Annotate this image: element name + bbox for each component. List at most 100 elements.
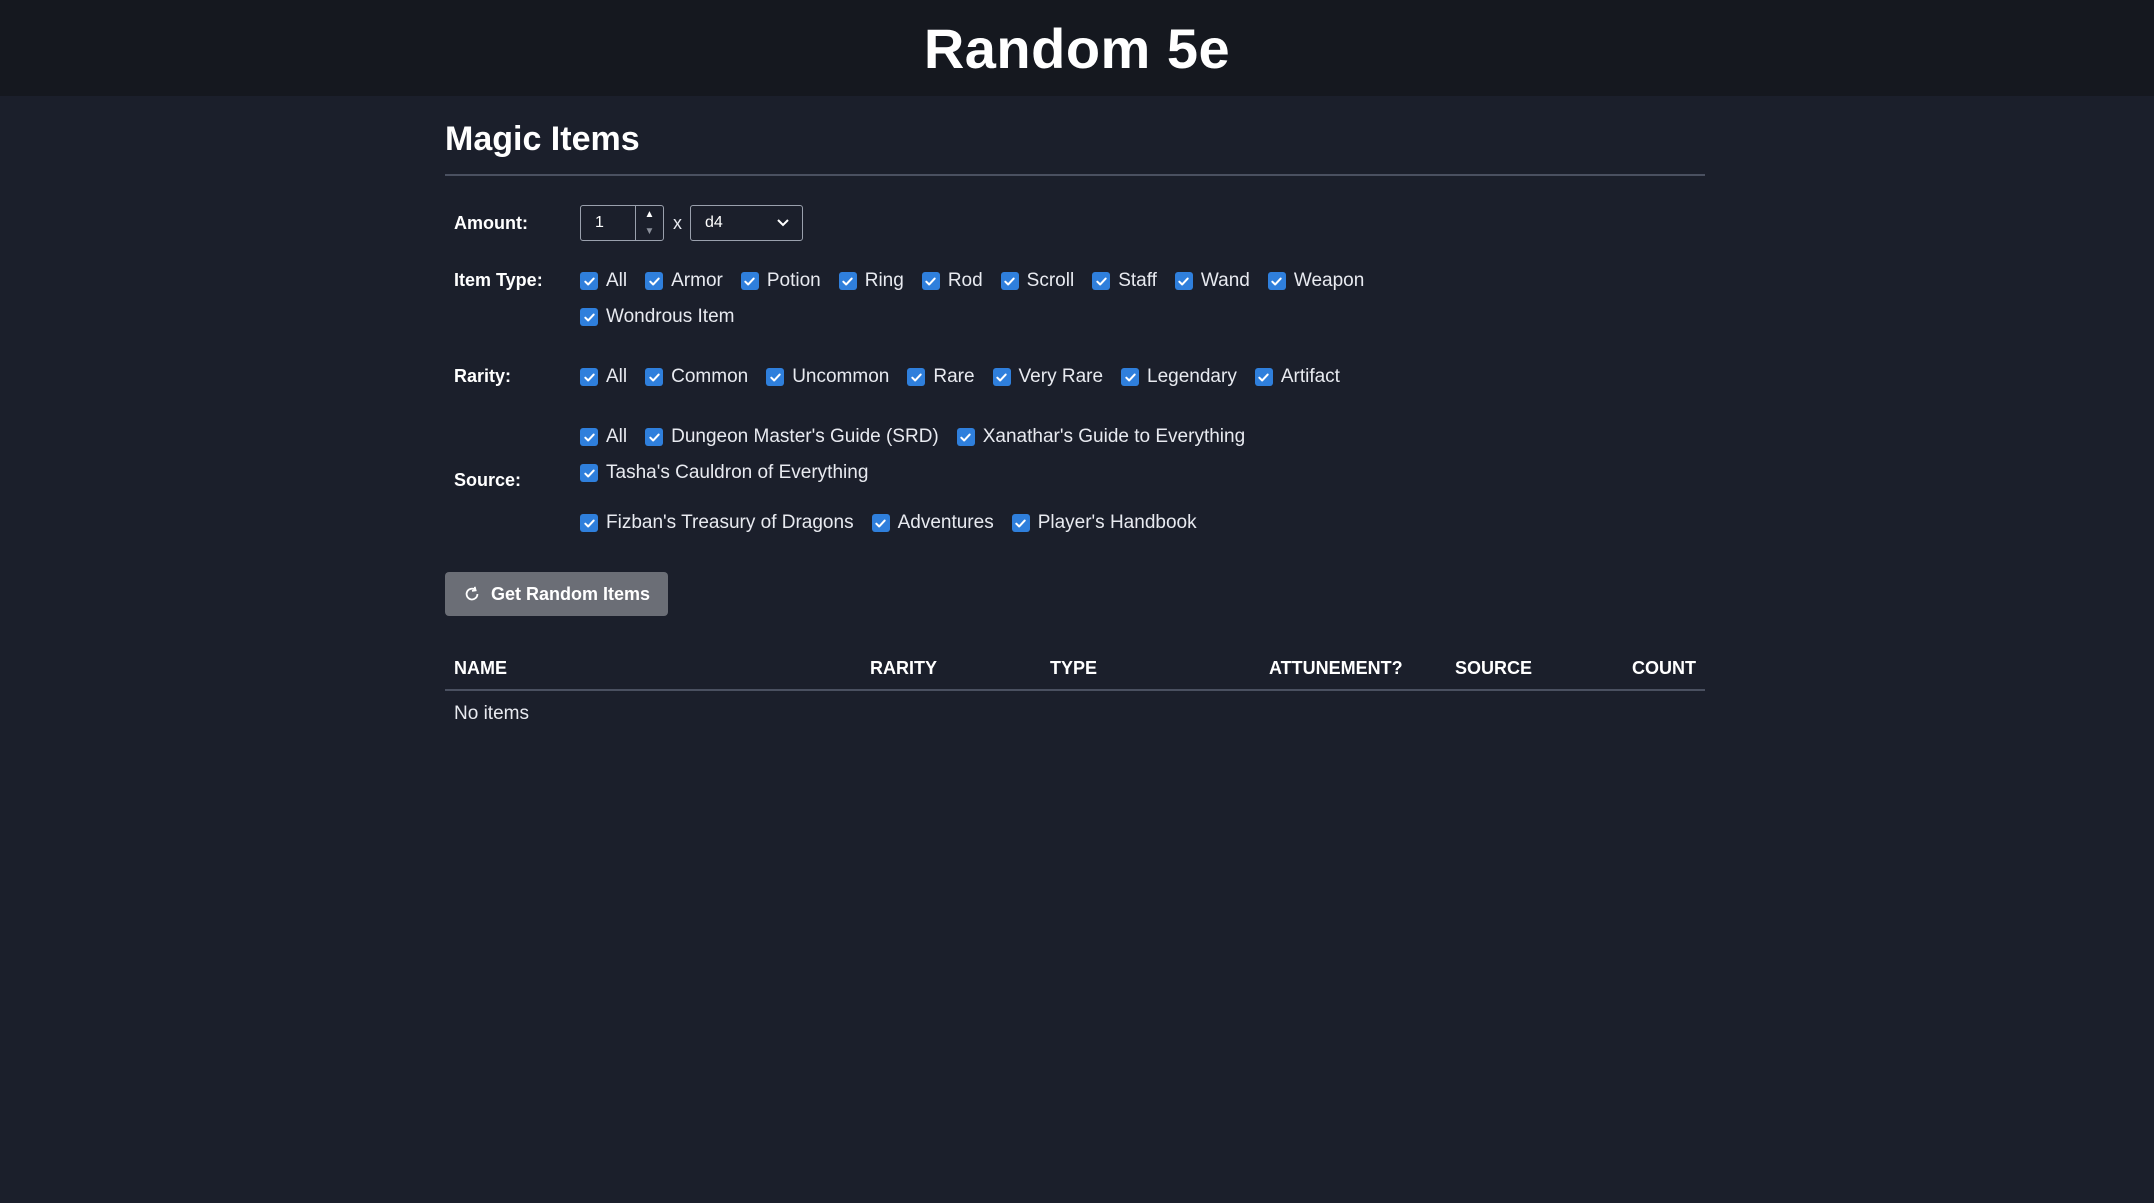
source-row: Source: All Dungeon Master's Guide (SRD) X… — [454, 426, 1705, 534]
checkbox-checked-icon[interactable] — [907, 368, 926, 386]
rarity-option-uncommon[interactable]: Uncommon — [766, 366, 889, 388]
checkbox-checked-icon[interactable] — [580, 428, 598, 446]
item-type-option-staff[interactable]: Staff — [1092, 270, 1157, 292]
item-type-option-all[interactable]: All — [580, 270, 627, 292]
source-option-all[interactable]: All — [580, 426, 627, 448]
checkbox-label: Very Rare — [1018, 366, 1104, 387]
die-select-value: d4 — [705, 214, 723, 231]
checkbox-checked-icon[interactable] — [1121, 368, 1140, 386]
col-name[interactable]: NAME — [445, 652, 861, 691]
checkbox-checked-icon[interactable] — [1000, 272, 1019, 290]
item-type-option-potion[interactable]: Potion — [740, 270, 821, 292]
source-option-player-s-handbook[interactable]: Player's Handbook — [1011, 512, 1197, 534]
title-divider — [445, 174, 1705, 176]
checkbox-label: Player's Handbook — [1037, 512, 1197, 533]
checkbox-label: Wondrous Item — [606, 306, 735, 327]
item-type-option-wondrous-item[interactable]: Wondrous Item — [580, 306, 734, 328]
checkbox-label: Potion — [766, 270, 821, 291]
checkbox-label: Staff — [1118, 270, 1157, 291]
checkbox-checked-icon[interactable] — [645, 272, 664, 290]
items-table: NAME RARITY TYPE ATTUNEMENT? SOURCE COUN… — [445, 652, 1705, 737]
checkbox-checked-icon[interactable] — [580, 308, 598, 326]
checkbox-checked-icon[interactable] — [580, 514, 598, 532]
item-type-option-scroll[interactable]: Scroll — [1000, 270, 1075, 292]
item-type-option-armor[interactable]: Armor — [645, 270, 723, 292]
checkbox-label: All — [606, 270, 628, 291]
rarity-option-legendary[interactable]: Legendary — [1121, 366, 1237, 388]
rarity-option-all[interactable]: All — [580, 366, 627, 388]
die-select[interactable]: d4 — [690, 205, 803, 241]
checkbox-label: Tasha's Cauldron of Everything — [606, 462, 869, 483]
checkbox-label: Weapon — [1293, 270, 1365, 291]
refresh-icon — [465, 586, 479, 601]
item-type-row: Item Type: All Armor Potion Ring Rod Scroll St… — [454, 270, 1705, 328]
item-type-option-wand[interactable]: Wand — [1174, 270, 1250, 292]
source-option-xanathar-s-guide-to-everything[interactable]: Xanathar's Guide to Everything — [956, 426, 1245, 448]
checkbox-checked-icon[interactable] — [1092, 272, 1111, 290]
source-option-fizban-s-treasury-of-dragons[interactable]: Fizban's Treasury of Dragons — [580, 512, 854, 534]
checkbox-label: Fizban's Treasury of Dragons — [606, 512, 854, 533]
checkbox-label: Wand — [1200, 270, 1250, 291]
checkbox-label: Legendary — [1147, 366, 1237, 387]
amount-value: 1 — [595, 214, 604, 231]
checkbox-checked-icon[interactable] — [1011, 514, 1030, 532]
checkbox-label: All — [606, 426, 628, 447]
amount-spinner[interactable]: ▲ ▼ — [635, 206, 663, 240]
checkbox-label: Common — [671, 366, 749, 387]
rarity-option-common[interactable]: Common — [645, 366, 748, 388]
item-type-checks: All Armor Potion Ring Rod Scroll Staff Wand Weap… — [580, 270, 1540, 328]
table-row: No items — [445, 690, 1705, 737]
checkbox-checked-icon[interactable] — [838, 272, 857, 290]
checkbox-label: Ring — [864, 270, 904, 291]
checkbox-checked-icon[interactable] — [956, 428, 975, 446]
times-sign: x — [673, 212, 682, 233]
checkbox-checked-icon[interactable] — [740, 272, 759, 290]
amount-label: Amount: — [454, 212, 528, 233]
source-option-dungeon-master-s-guide-srd[interactable]: Dungeon Master's Guide (SRD) — [645, 426, 939, 448]
item-type-option-ring[interactable]: Ring — [838, 270, 904, 292]
checkbox-label: Scroll — [1026, 270, 1075, 291]
spin-up-icon[interactable]: ▲ — [636, 206, 663, 223]
amount-number-input[interactable]: 1 ▲ ▼ — [580, 205, 664, 241]
rarity-option-rare[interactable]: Rare — [907, 366, 975, 388]
item-type-option-rod[interactable]: Rod — [921, 270, 983, 292]
checkbox-checked-icon[interactable] — [580, 368, 598, 386]
col-source[interactable]: SOURCE — [1446, 652, 1616, 691]
col-rarity[interactable]: RARITY — [861, 652, 1041, 691]
checkbox-checked-icon[interactable] — [921, 272, 940, 290]
checkbox-checked-icon[interactable] — [766, 368, 785, 386]
col-type[interactable]: TYPE — [1041, 652, 1260, 691]
chevron-down-icon — [777, 219, 789, 227]
empty-message: No items — [454, 703, 529, 724]
source-label: Source: — [454, 469, 522, 490]
col-attunement[interactable]: ATTUNEMENT? — [1260, 652, 1446, 691]
page-title: Magic Items — [445, 120, 640, 158]
source-option-tasha-s-cauldron-of-everything[interactable]: Tasha's Cauldron of Everything — [580, 462, 868, 484]
rarity-option-artifact[interactable]: Artifact — [1254, 366, 1340, 388]
checkbox-checked-icon[interactable] — [580, 272, 598, 290]
col-count[interactable]: COUNT — [1616, 652, 1705, 691]
item-type-option-weapon[interactable]: Weapon — [1267, 270, 1365, 292]
checkbox-label: Rare — [933, 366, 975, 387]
spin-down-icon[interactable]: ▼ — [636, 223, 663, 240]
checkbox-checked-icon[interactable] — [645, 368, 664, 386]
checkbox-label: Adventures — [897, 512, 994, 533]
source-option-adventures[interactable]: Adventures — [871, 512, 994, 534]
checkbox-checked-icon[interactable] — [1254, 368, 1273, 386]
checkbox-checked-icon[interactable] — [1174, 272, 1193, 290]
rarity-row: Rarity: All Common Uncommon Rare Very Rare Le… — [454, 366, 1705, 388]
checkbox-checked-icon[interactable] — [1267, 272, 1286, 290]
checkbox-checked-icon[interactable] — [871, 514, 890, 532]
get-random-items-label: Get Random Items — [491, 583, 651, 604]
amount-row: Amount: 1 ▲ ▼ x d4 — [454, 202, 1705, 244]
table-header-row: NAME RARITY TYPE ATTUNEMENT? SOURCE COUN… — [445, 652, 1705, 691]
rarity-option-very-rare[interactable]: Very Rare — [992, 366, 1104, 388]
app-header: Random 5e — [0, 0, 2154, 96]
source-checks: All Dungeon Master's Guide (SRD) Xanathar'… — [580, 426, 1540, 534]
checkbox-checked-icon[interactable] — [645, 428, 664, 446]
checkbox-checked-icon[interactable] — [580, 464, 598, 482]
checkbox-label: Rod — [947, 270, 983, 291]
get-random-items-button[interactable]: Get Random Items — [445, 572, 669, 616]
checkbox-checked-icon[interactable] — [992, 368, 1011, 386]
checkbox-label: All — [606, 366, 628, 387]
